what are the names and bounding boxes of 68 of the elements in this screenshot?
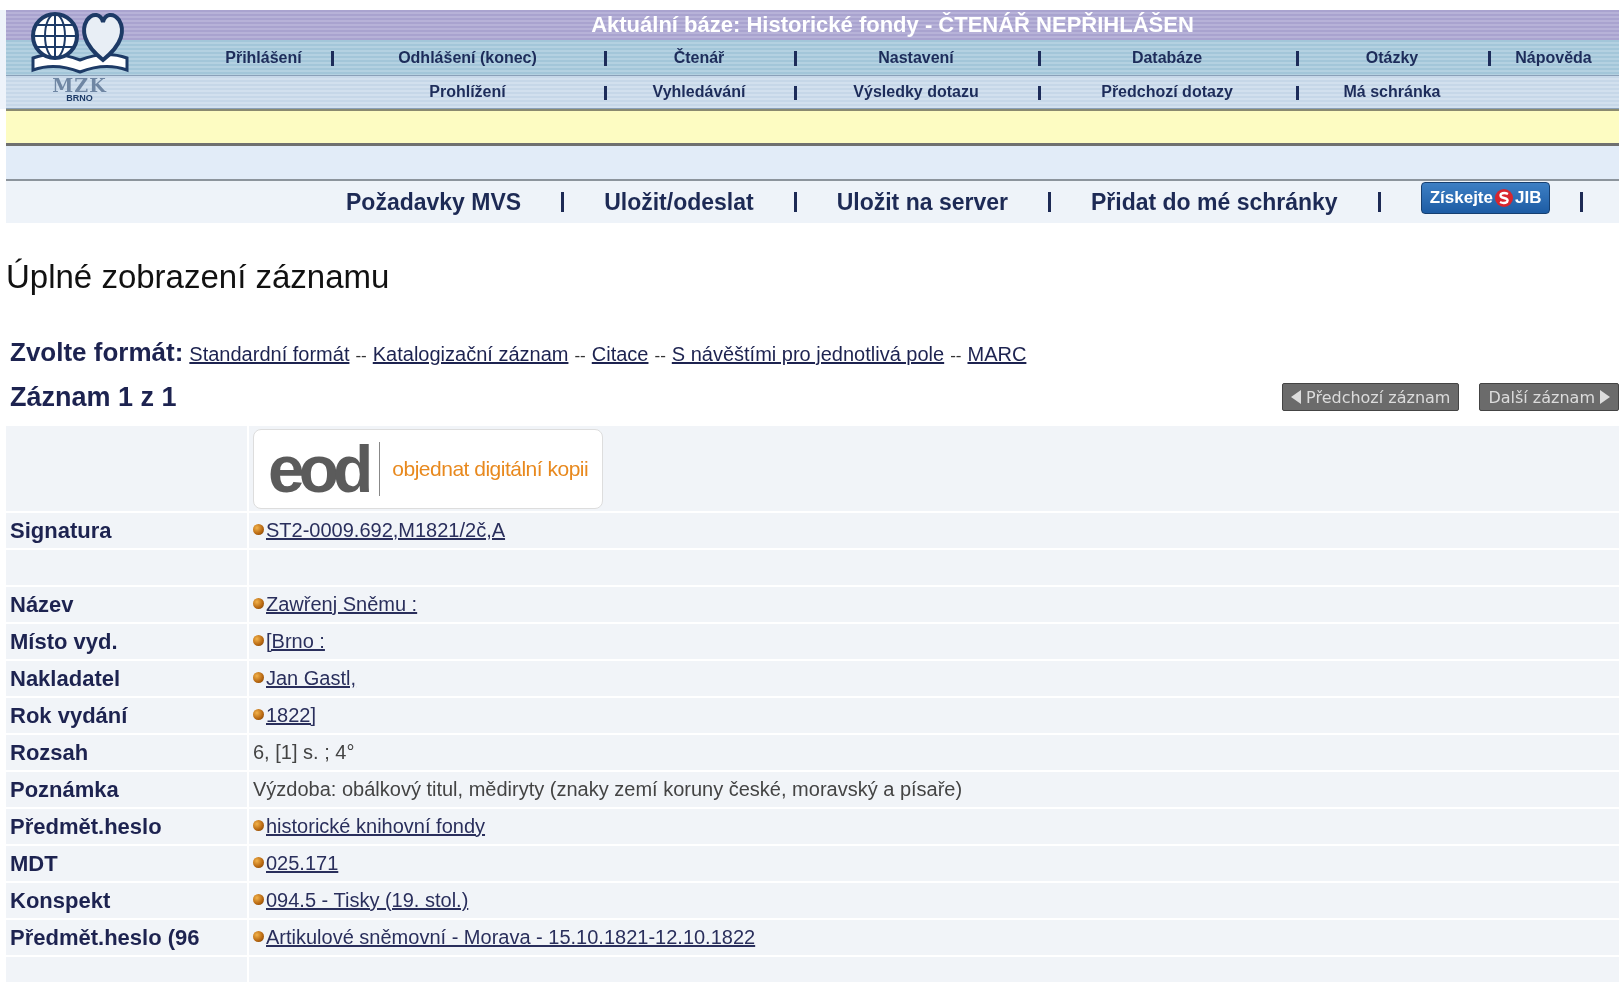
field-label: Místo vyd. [6, 624, 249, 659]
menu-link[interactable]: Předchozí dotazy [1038, 76, 1296, 108]
next-record-button[interactable]: Další záznam [1479, 383, 1619, 411]
bullet-icon [253, 598, 264, 609]
left-triangle-icon [1291, 390, 1302, 404]
separator-text: -- [574, 346, 586, 366]
menu-link[interactable]: Má schránka [1296, 76, 1488, 108]
previous-record-button[interactable]: Předchozí záznam [1282, 383, 1460, 411]
separator-text: -- [355, 346, 367, 366]
bullet-icon [253, 894, 264, 905]
field-value-link[interactable]: Jan Gastl, [266, 667, 357, 689]
bullet-icon [253, 931, 264, 942]
field-value-link[interactable]: Zawřenj Sněmu : [266, 593, 418, 615]
menu-link[interactable]: Prohlížení [331, 76, 604, 108]
menu-link[interactable]: Nápověda [1488, 40, 1619, 75]
field-value-link[interactable]: ST2-0009.692,M1821/2č,A [266, 519, 506, 541]
menu-link[interactable]: Otázky [1296, 40, 1488, 75]
bullet-icon [253, 820, 264, 831]
format-link[interactable]: MARC [967, 343, 1027, 366]
menu-link[interactable]: Přihlášení [196, 40, 331, 75]
menu-link[interactable]: Nastavení [794, 40, 1038, 75]
action-link[interactable]: Přidat do mé schránky [1090, 188, 1338, 216]
field-label: Poznámka [6, 772, 249, 807]
action-link[interactable]: Uložit/odeslat [604, 188, 754, 216]
bullet-icon [253, 635, 264, 646]
field-label: Předmět.heslo [6, 809, 249, 844]
database-title-bar: Aktuální báze: Historické fondy - ČTENÁŘ NEPŘIHLÁŠEN [6, 10, 1619, 40]
record-counter: Záznam 1 z 1 [10, 381, 177, 413]
action-link[interactable]: Uložit na server [836, 188, 1008, 216]
field-value-link[interactable]: 1822] [266, 704, 317, 726]
bullet-icon [253, 524, 264, 535]
field-value: 6, [1] s. ; 4° [253, 741, 355, 763]
field-value-link[interactable]: [Brno : [266, 630, 325, 652]
field-label: Rozsah [6, 735, 249, 770]
menu-link[interactable]: Databáze [1038, 40, 1296, 75]
separator-text: -- [950, 346, 962, 366]
field-value: Výzdoba: obálkový titul, mědiryty (znaky zemí koruny české, moravský a písaře) [253, 778, 963, 800]
s-logo-icon [1494, 189, 1513, 207]
bullet-icon [253, 857, 264, 868]
page-heading: Úplné zobrazení záznamu [6, 257, 391, 297]
field-label: Nakladatel [6, 661, 249, 696]
separator-text: -- [654, 346, 666, 366]
bullet-icon [253, 709, 264, 720]
bullet-icon [253, 672, 264, 683]
order-digital-copy-link[interactable]: eod objednat digitální kopii [253, 428, 604, 509]
field-label: MDT [6, 846, 249, 881]
menu-link[interactable]: Čtenář [604, 40, 794, 75]
field-value-link[interactable]: 025.171 [266, 852, 339, 874]
menu-link[interactable]: Vyhledávání [604, 76, 794, 108]
format-label: Zvolte formát: [10, 337, 184, 368]
format-link[interactable]: Katalogizační záznam [372, 343, 569, 366]
action-link[interactable]: Požadavky MVS [346, 188, 522, 216]
field-label: Signatura [6, 513, 249, 548]
logo-city-text: BRNO [66, 94, 93, 103]
field-value-link[interactable]: historické knihovní fondy [266, 815, 485, 837]
logo-text: MZK [52, 76, 107, 94]
field-value-link[interactable]: 094.5 - Tisky (19. stol.) [266, 889, 469, 911]
field-label: Rok vydání [6, 698, 249, 733]
field-label: Název [6, 587, 249, 622]
format-link[interactable]: Standardní formát [189, 343, 350, 366]
menu-link[interactable]: Odhlášení (konec) [331, 40, 604, 75]
format-link[interactable]: S návěštími pro jednotlivá pole [671, 343, 945, 366]
menu-link[interactable]: Výsledky dotazu [794, 76, 1038, 108]
field-label: Konspekt [6, 883, 249, 918]
right-triangle-icon [1600, 390, 1610, 404]
format-link[interactable]: Citace [591, 343, 649, 366]
jib-button[interactable]: Získejte JIB [1420, 182, 1551, 214]
field-label: Předmět.heslo (96 [6, 920, 249, 955]
